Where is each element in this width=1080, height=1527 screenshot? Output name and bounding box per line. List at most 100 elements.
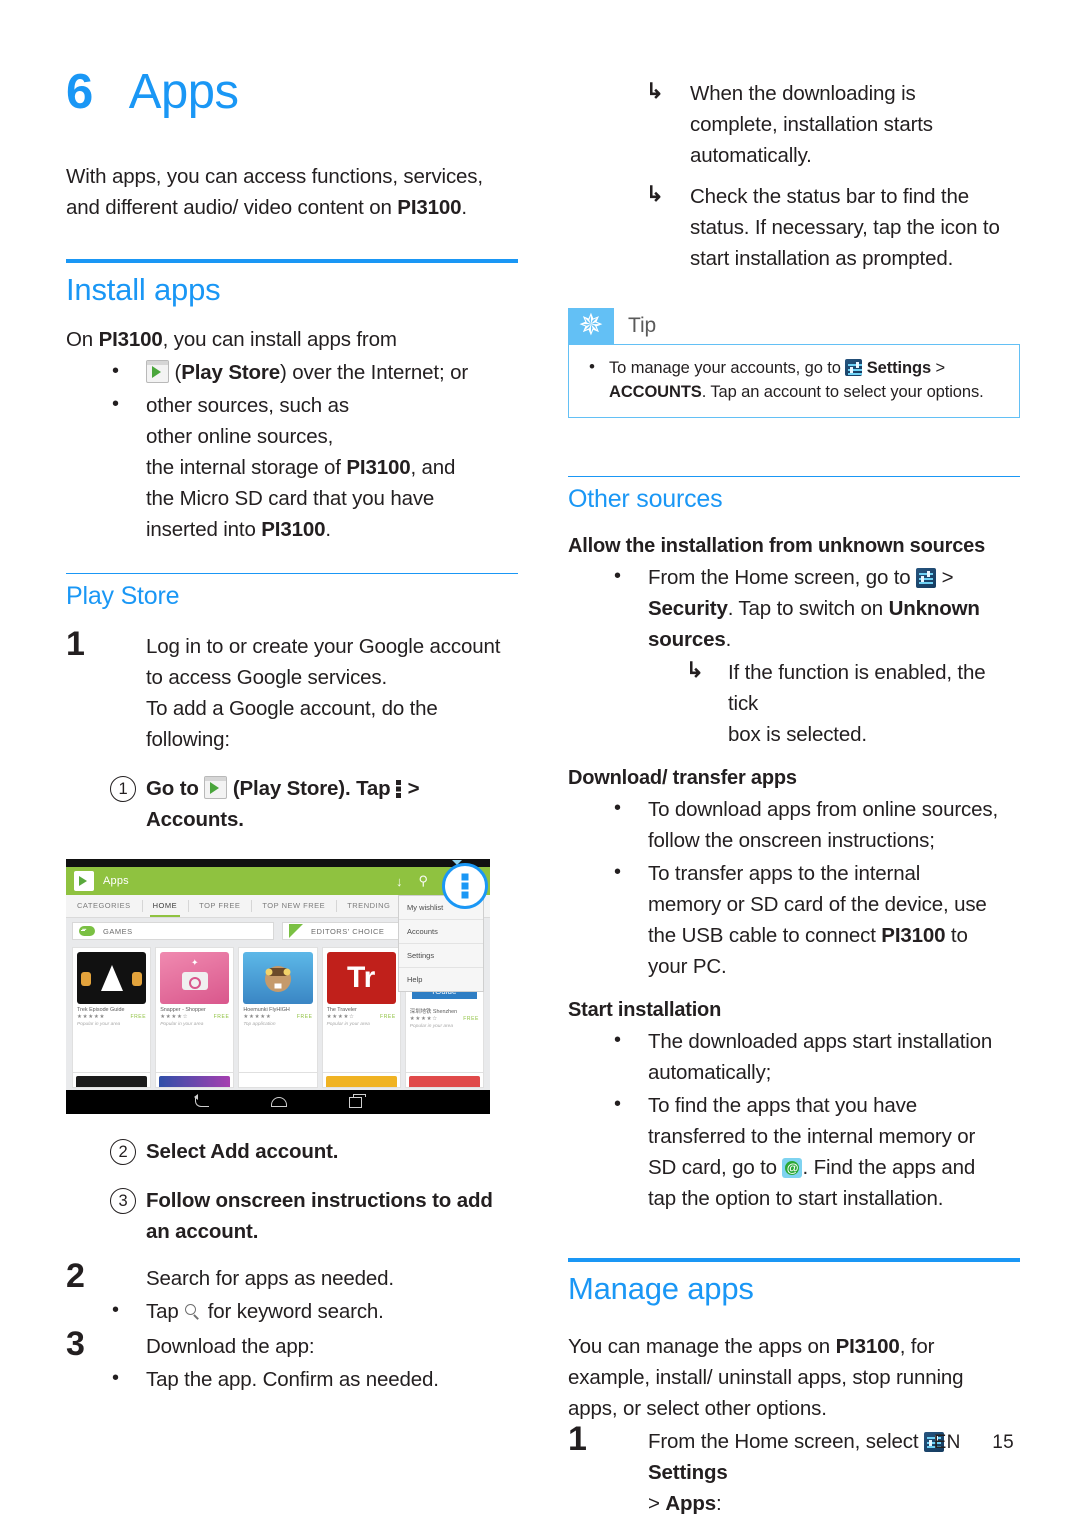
bullet-line: To download apps from online sources,	[648, 798, 998, 821]
bullet-line: . Find the apps and	[802, 1156, 976, 1179]
recents-icon[interactable]	[348, 1093, 366, 1108]
list-item: To download apps from online sources, fo…	[568, 793, 1020, 856]
list-item[interactable]	[404, 1072, 484, 1088]
substep-number: 2	[110, 1139, 136, 1165]
tip-text-a: To manage your accounts, go to	[609, 359, 846, 377]
accounts-label: ACCOUNTS	[609, 383, 702, 401]
play-store-label: Play Store	[181, 361, 281, 384]
app-meta: 深圳地铁 Shenzhen ★★★★☆ FREE Popular in your…	[406, 1004, 483, 1029]
substep-pre: Go to	[146, 777, 205, 800]
bullet-line: tap the option to start installation.	[648, 1187, 944, 1210]
list-item: 2 Search for apps as needed.	[66, 1257, 518, 1295]
download-icon[interactable]: ↓	[396, 874, 403, 889]
app-tile-row-partial	[72, 1072, 484, 1088]
source-line: the Micro SD card that you have	[146, 487, 435, 510]
tab-home[interactable]: HOME	[141, 895, 189, 917]
back-icon[interactable]	[194, 1094, 209, 1107]
manual-page: 6 Apps With apps, you can access functio…	[0, 0, 1080, 1527]
bullet-pre: From the Home screen, go to	[648, 566, 917, 589]
list-item[interactable]	[321, 1072, 401, 1088]
bullet-line: the USB cable to connect	[648, 924, 882, 947]
search-icon	[184, 1303, 202, 1321]
stars: ★★★★☆	[326, 1014, 355, 1020]
menu-item-settings[interactable]: Settings	[399, 944, 483, 968]
list-item[interactable]: ✦ Snapper - Shopper ★★★★☆ FREE Popular i…	[155, 947, 235, 1088]
list-item[interactable]: Hoemunki FlyHIGH ★★★★★ FREE Top applicat…	[238, 947, 318, 1088]
menu-item-accounts[interactable]: Accounts	[399, 920, 483, 944]
chapter-number: 6	[66, 65, 93, 119]
tab-top-free[interactable]: TOP FREE	[188, 895, 251, 917]
bullet-line: follow the onscreen instructions;	[648, 829, 935, 852]
list-item: When the downloading is complete, instal…	[568, 76, 1020, 171]
tab-top-new-free[interactable]: TOP NEW FREE	[251, 895, 336, 917]
card-label: EDITORS' CHOICE	[311, 926, 385, 936]
security-label: Security	[648, 597, 728, 620]
install-apps-lead: On PI3100, you can install apps from	[66, 308, 518, 355]
list-item: From the Home screen, go to > Security. …	[568, 561, 1020, 655]
step-line: to access Google services.	[146, 666, 388, 689]
substep-post: >	[402, 777, 420, 800]
step-number: 2	[66, 1257, 85, 1295]
step-text: Download the app:	[146, 1335, 315, 1358]
search-icon[interactable]: ⚲	[418, 873, 428, 889]
page-number: 15	[992, 1432, 1014, 1453]
bullet-line: The downloaded apps start installation	[648, 1030, 993, 1053]
substep-line2: Accounts.	[146, 808, 244, 831]
play-store-action-bar: Apps ↓ ⚲	[66, 867, 490, 895]
home-icon[interactable]	[270, 1097, 287, 1107]
app-subtitle: Top application	[243, 1022, 276, 1027]
intro-line-3: .	[461, 196, 467, 219]
step-number: 3	[66, 1325, 85, 1363]
list-item[interactable]	[238, 1072, 318, 1088]
bullet-mid: . Tap to switch on	[727, 597, 889, 620]
intro-line-2: and different audio/ video content on	[66, 196, 398, 219]
substep-text: Select Add account.	[146, 1140, 339, 1163]
device-name: PI3100	[261, 518, 326, 541]
card-games[interactable]: GAMES	[72, 922, 274, 940]
list-item[interactable]	[155, 1072, 235, 1088]
stars: ★★★★☆	[409, 1016, 438, 1022]
list-item: other sources, such as other online sour…	[66, 389, 518, 545]
lead-post: , you can install apps from	[162, 328, 397, 351]
unknown-label: Unknown	[888, 597, 980, 620]
download-transfer-heading: Download/ transfer apps	[568, 767, 797, 789]
list-item: Tap for keyword search.	[66, 1295, 518, 1327]
settings-label: Settings	[866, 359, 932, 377]
tab-trending[interactable]: TRENDING	[336, 895, 401, 917]
app-subtitle: Popular in your area	[409, 1024, 453, 1029]
footer-language: EN	[933, 1432, 961, 1453]
start-installation-bullets: The downloaded apps start installation a…	[568, 1025, 1020, 1214]
app-price: FREE	[213, 1014, 230, 1020]
overflow-menu-callout	[442, 863, 488, 909]
list-item[interactable]: Tr The Traveler ★★★★☆ FREE Popular in yo…	[321, 947, 401, 1088]
bullet-line: To transfer apps to the internal	[648, 862, 921, 885]
arrow-line: Check the status bar to find the	[690, 185, 969, 208]
play-store-steps: 1 Log in to or create your Google accoun…	[66, 625, 518, 755]
menu-item-help[interactable]: Help	[399, 968, 483, 991]
app-art: Tr	[326, 952, 396, 1004]
app-rating: ★★★★☆ FREE	[327, 1014, 396, 1020]
list-item[interactable]: Trek Episode Guide ★★★★★ FREE Popular in…	[72, 947, 152, 1088]
install-apps-heading: Install apps	[66, 272, 221, 307]
app-name: Snapper - Shopper	[160, 1007, 206, 1013]
start-installation-heading: Start installation	[568, 999, 722, 1021]
list-item: If the function is enabled, the tick box…	[568, 655, 1020, 750]
lead-pre: You can manage the apps on	[568, 1335, 836, 1358]
intro-paragraph: With apps, you can access functions, ser…	[66, 117, 518, 223]
play-store-bag-icon	[74, 871, 94, 891]
app-rating: ★★★★☆ FREE	[160, 1014, 229, 1020]
app-rating: ★★★★★ FREE	[77, 1014, 146, 1020]
list-item[interactable]	[72, 1072, 152, 1088]
substep-number: 3	[110, 1188, 136, 1214]
overflow-menu-icon	[461, 873, 469, 899]
device-name: PI3100	[881, 924, 946, 947]
app-name: Hoemunki FlyHIGH	[243, 1007, 290, 1013]
play-store-icon	[204, 776, 228, 799]
list-item: To find the apps that you have transferr…	[568, 1089, 1020, 1214]
tab-categories[interactable]: CATEGORIES	[66, 895, 142, 917]
source-line: other online sources,	[146, 425, 334, 448]
settings-icon	[916, 568, 937, 588]
source-line: other sources, such as	[146, 394, 349, 417]
tip-text-c: >	[931, 359, 946, 377]
step-text: Search for apps as needed.	[146, 1267, 394, 1290]
